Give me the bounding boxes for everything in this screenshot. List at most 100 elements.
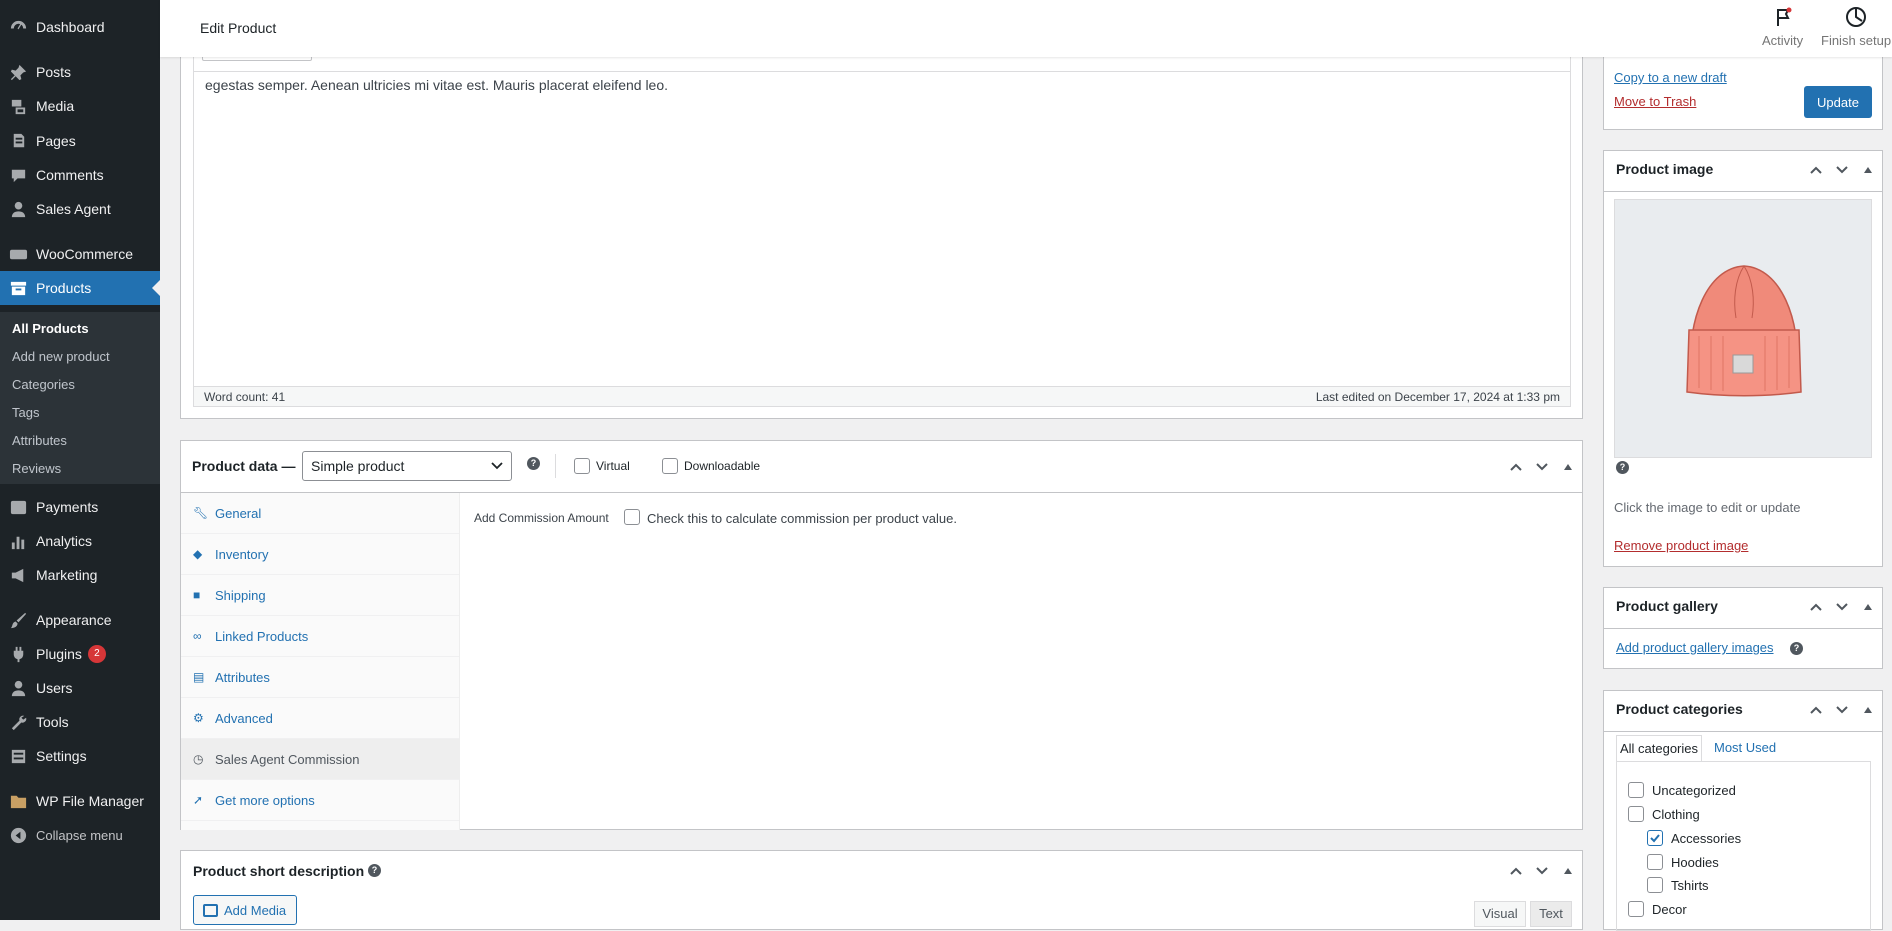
- finish-setup-label: Finish setup: [1821, 33, 1892, 48]
- menu-label: Sales Agent: [36, 201, 111, 217]
- menu-products[interactable]: Products: [0, 271, 160, 305]
- tab-attributes[interactable]: ▤ Attributes: [181, 657, 459, 698]
- menu-label: Users: [36, 680, 73, 696]
- box-controls: [1508, 459, 1576, 475]
- finish-setup-button[interactable]: Finish setup: [1821, 6, 1891, 48]
- collapse-toggle-icon[interactable]: [1860, 702, 1876, 718]
- woo-icon: [0, 245, 36, 264]
- move-up-icon[interactable]: [1808, 162, 1824, 178]
- tab-shipping[interactable]: ■ Shipping: [181, 575, 459, 616]
- submenu-categories[interactable]: Categories: [12, 377, 75, 392]
- tab-label: Attributes: [215, 669, 270, 685]
- collapse-toggle-icon[interactable]: [1860, 599, 1876, 615]
- wrench-icon: [0, 713, 36, 732]
- tab-all-categories[interactable]: All categories: [1616, 735, 1702, 761]
- category-label: Uncategorized: [1652, 782, 1736, 798]
- tab-linked-products[interactable]: ∞ Linked Products: [181, 616, 459, 657]
- short-description-box: Product short description ? Add Media Vi…: [180, 850, 1583, 930]
- menu-tools[interactable]: Tools: [0, 705, 160, 739]
- submenu-add-new-product[interactable]: Add new product: [12, 349, 110, 364]
- description-editor[interactable]: egestas semper. Aenean ultricies mi vita…: [193, 71, 1571, 407]
- menu-label: Posts: [36, 64, 72, 80]
- help-icon[interactable]: ?: [368, 864, 381, 877]
- add-media-button[interactable]: Add Media: [193, 895, 297, 925]
- tab-advanced[interactable]: ⚙ Advanced: [181, 698, 459, 739]
- activity-button[interactable]: Activity: [1762, 6, 1803, 48]
- menu-payments[interactable]: Payments: [0, 490, 160, 524]
- menu-media[interactable]: Media: [0, 89, 160, 123]
- remove-image-link[interactable]: Remove product image: [1614, 538, 1748, 553]
- menu-pages[interactable]: Pages: [0, 124, 160, 158]
- menu-settings[interactable]: Settings: [0, 739, 160, 773]
- menu-woocommerce[interactable]: WooCommerce: [0, 237, 160, 271]
- move-down-icon[interactable]: [1534, 459, 1550, 475]
- collapse-icon: [0, 826, 36, 845]
- move-up-icon[interactable]: [1808, 599, 1824, 615]
- category-hoodies[interactable]: Hoodies: [1647, 854, 1719, 870]
- submenu-all-products[interactable]: All Products: [12, 321, 89, 336]
- move-down-icon[interactable]: [1834, 162, 1850, 178]
- tab-most-used[interactable]: Most Used: [1714, 735, 1776, 761]
- category-label: Clothing: [1652, 806, 1700, 822]
- menu-label: Pages: [36, 133, 76, 149]
- top-bar: Edit Product Activity Finish setup: [160, 0, 1892, 57]
- category-uncategorized[interactable]: Uncategorized: [1628, 782, 1736, 798]
- tab-label: Sales Agent Commission: [215, 751, 360, 767]
- help-icon[interactable]: ?: [1616, 461, 1629, 474]
- move-up-icon[interactable]: [1508, 459, 1524, 475]
- product-type-select[interactable]: Simple product: [302, 451, 512, 481]
- category-clothing[interactable]: Clothing: [1628, 806, 1700, 822]
- category-accessories[interactable]: Accessories: [1647, 830, 1741, 846]
- submenu-attributes[interactable]: Attributes: [12, 433, 67, 448]
- menu-collapse[interactable]: Collapse menu: [0, 818, 160, 852]
- move-down-icon[interactable]: [1834, 599, 1850, 615]
- menu-users[interactable]: Users: [0, 671, 160, 705]
- submenu-tags[interactable]: Tags: [12, 405, 39, 420]
- tab-get-more-options[interactable]: ➚ Get more options: [181, 780, 459, 821]
- submenu-reviews[interactable]: Reviews: [12, 461, 61, 476]
- gear-icon: ⚙: [193, 711, 204, 725]
- menu-appearance[interactable]: Appearance: [0, 603, 160, 637]
- menu-posts[interactable]: Posts: [0, 55, 160, 89]
- downloadable-checkbox[interactable]: [662, 458, 678, 474]
- move-to-trash-link[interactable]: Move to Trash: [1614, 94, 1696, 109]
- tab-inventory[interactable]: ◆ Inventory: [181, 534, 459, 575]
- category-label: Accessories: [1671, 830, 1742, 846]
- flag-icon: [1776, 7, 1792, 26]
- tab-general[interactable]: 🔧︎ General: [181, 493, 459, 534]
- add-gallery-images-link[interactable]: Add product gallery images: [1616, 640, 1774, 655]
- product-gallery-box: Product gallery Add product gallery imag…: [1603, 587, 1883, 669]
- menu-marketing[interactable]: Marketing: [0, 558, 160, 592]
- category-decor[interactable]: Decor: [1628, 901, 1687, 917]
- menu-label: WooCommerce: [36, 246, 133, 262]
- commission-checkbox[interactable]: [624, 509, 640, 525]
- update-button[interactable]: Update: [1804, 86, 1872, 118]
- move-up-icon[interactable]: [1808, 702, 1824, 718]
- menu-sales-agent[interactable]: Sales Agent: [0, 192, 160, 226]
- collapse-toggle-icon[interactable]: [1560, 459, 1576, 475]
- products-submenu: All Products Add new product Categories …: [0, 312, 160, 484]
- move-down-icon[interactable]: [1834, 702, 1850, 718]
- menu-wp-file-manager[interactable]: WP File Manager: [0, 784, 160, 818]
- move-down-icon[interactable]: [1534, 863, 1550, 879]
- menu-label: Payments: [36, 499, 99, 515]
- commission-label: Add Commission Amount: [474, 511, 609, 525]
- product-image-thumbnail[interactable]: [1614, 199, 1872, 458]
- help-icon[interactable]: ?: [527, 457, 540, 470]
- tab-visual[interactable]: Visual: [1474, 901, 1526, 927]
- menu-comments[interactable]: Comments: [0, 158, 160, 192]
- menu-label: Settings: [36, 748, 87, 764]
- menu-plugins[interactable]: Plugins 2: [0, 637, 160, 671]
- menu-analytics[interactable]: Analytics: [0, 524, 160, 558]
- help-icon[interactable]: ?: [1790, 642, 1803, 655]
- move-up-icon[interactable]: [1508, 863, 1524, 879]
- tab-text[interactable]: Text: [1530, 901, 1572, 927]
- editor-content[interactable]: egestas semper. Aenean ultricies mi vita…: [205, 77, 668, 93]
- collapse-toggle-icon[interactable]: [1860, 162, 1876, 178]
- collapse-toggle-icon[interactable]: [1560, 863, 1576, 879]
- menu-dashboard[interactable]: Dashboard: [0, 10, 160, 44]
- category-tshirts[interactable]: Tshirts: [1647, 877, 1709, 893]
- tab-sales-agent-commission[interactable]: ◷ Sales Agent Commission: [181, 739, 459, 780]
- copy-draft-link[interactable]: Copy to a new draft: [1614, 70, 1727, 85]
- virtual-checkbox[interactable]: [574, 458, 590, 474]
